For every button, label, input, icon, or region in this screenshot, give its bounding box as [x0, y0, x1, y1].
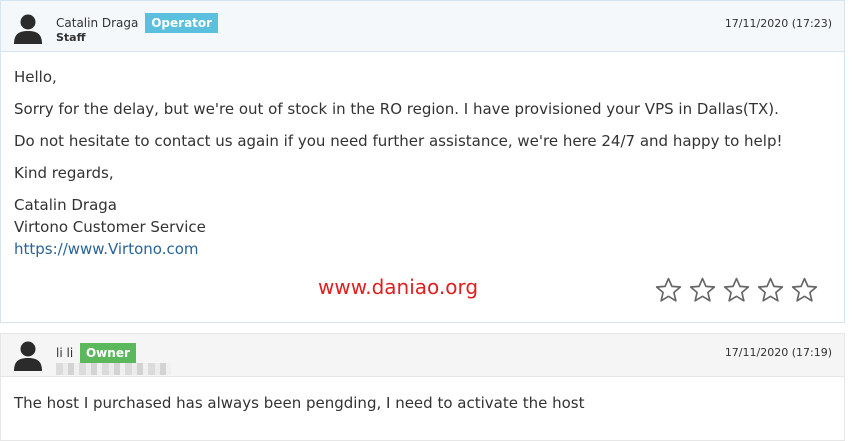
signature-link[interactable]: https://www.Virtono.com — [14, 240, 199, 258]
message-paragraph: Sorry for the delay, but we're out of st… — [14, 100, 779, 118]
reply-header: li li Owner 17/11/2020 (17:19) — [1, 334, 844, 377]
redacted-email — [56, 363, 171, 375]
signature: Catalin Draga Virtono Customer Service h… — [14, 194, 831, 260]
user-avatar-icon — [14, 341, 42, 371]
author-line: li li Owner — [56, 343, 136, 363]
rating-stars[interactable] — [655, 277, 818, 303]
star-icon[interactable] — [791, 277, 818, 303]
message-paragraph: The host I purchased has always been pen… — [14, 394, 585, 412]
reply-date: 17/11/2020 (17:23) — [724, 17, 832, 30]
message-paragraph: Hello, — [14, 68, 57, 86]
message-paragraph: Do not hesitate to contact us again if y… — [14, 132, 783, 150]
star-icon[interactable] — [655, 277, 682, 303]
star-icon[interactable] — [723, 277, 750, 303]
star-icon[interactable] — [757, 277, 784, 303]
ticket-reply-owner: li li Owner 17/11/2020 (17:19) The host … — [0, 333, 845, 441]
reply-header: Catalin Draga Operator Staff 17/11/2020 … — [1, 1, 844, 52]
message-paragraph: Kind regards, — [14, 164, 114, 182]
signature-team: Virtono Customer Service — [14, 218, 206, 236]
reply-body: The host I purchased has always been pen… — [1, 377, 844, 412]
operator-badge: Operator — [145, 13, 219, 33]
reply-date: 17/11/2020 (17:19) — [724, 346, 832, 359]
owner-badge: Owner — [79, 343, 136, 363]
ticket-reply-operator: Catalin Draga Operator Staff 17/11/2020 … — [0, 0, 845, 323]
watermark-text: www.daniao.org — [318, 275, 479, 299]
author-role: Staff — [56, 31, 86, 44]
author-name: li li — [56, 346, 74, 360]
author-line: Catalin Draga Operator — [56, 13, 219, 33]
user-avatar-icon — [14, 14, 42, 44]
reply-body: Hello, Sorry for the delay, but we're ou… — [1, 52, 844, 260]
author-name: Catalin Draga — [56, 16, 139, 30]
signature-name: Catalin Draga — [14, 196, 117, 214]
star-icon[interactable] — [689, 277, 716, 303]
